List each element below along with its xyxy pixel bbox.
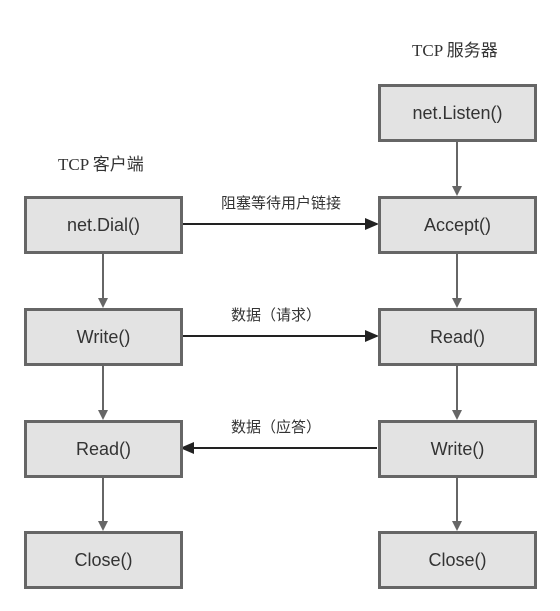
message-label-response: 数据（应答） xyxy=(230,418,321,436)
tcp-flow-diagram: TCP 服务器 TCP 客户端 阻塞等待用户链接 数据（请求） 数据（应答） n… xyxy=(0,0,560,611)
client-box-read: Read() xyxy=(24,420,183,478)
server-box-read: Read() xyxy=(378,308,537,366)
server-heading: TCP 服务器 xyxy=(412,41,498,60)
client-box-dial: net.Dial() xyxy=(24,196,183,254)
message-label-connect: 阻塞等待用户链接 xyxy=(220,194,341,212)
client-heading: TCP 客户端 xyxy=(58,155,144,174)
server-box-close: Close() xyxy=(378,531,537,589)
server-box-accept: Accept() xyxy=(378,196,537,254)
server-box-write: Write() xyxy=(378,420,537,478)
client-box-write: Write() xyxy=(24,308,183,366)
server-box-listen: net.Listen() xyxy=(378,84,537,142)
message-label-request: 数据（请求） xyxy=(230,306,321,324)
client-box-close: Close() xyxy=(24,531,183,589)
